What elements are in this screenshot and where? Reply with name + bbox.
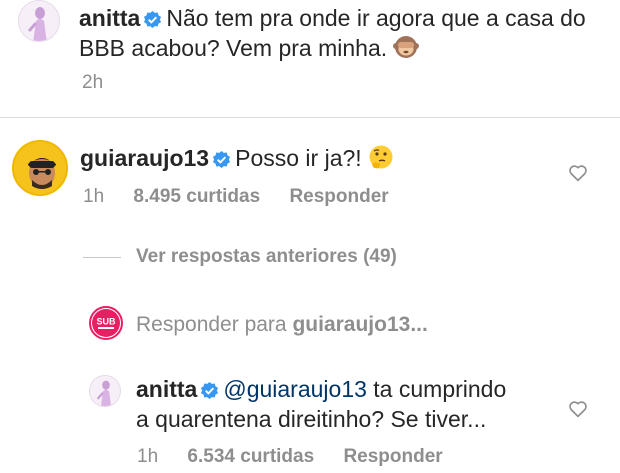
comment-time: 1h: [83, 186, 105, 207]
comment-body: guiaraujo13 Posso ir ja?!: [80, 143, 520, 177]
anitta-avatar[interactable]: [18, 0, 60, 42]
comment-body: anitta Não tem pra onde ir agora que a ca…: [79, 3, 609, 67]
comment-meta: 2h: [82, 72, 127, 94]
username[interactable]: anitta: [136, 376, 197, 402]
comment-time: 1h: [137, 446, 159, 467]
reply-button[interactable]: Responder: [289, 186, 388, 207]
thinking-face-icon: [368, 144, 394, 177]
like-heart-icon[interactable]: [568, 164, 588, 187]
verified-badge-icon: [201, 381, 219, 400]
reply-input[interactable]: Responder para guiaraujo13...: [136, 313, 428, 337]
view-previous-replies-link[interactable]: Ver respostas anteriores (49): [136, 246, 397, 268]
like-heart-icon[interactable]: [568, 400, 588, 423]
sub-avatar-text: SUB: [96, 317, 116, 327]
see-no-evil-monkey-icon: [393, 34, 420, 67]
comment-body: anitta @guiaraujo13 ta cumprindo a quaren…: [136, 374, 556, 434]
likes-count[interactable]: 6.534 curtidas: [187, 446, 314, 467]
likes-count[interactable]: 8.495 curtidas: [133, 186, 260, 207]
username[interactable]: guiaraujo13: [80, 145, 209, 171]
guiaraujo13-avatar[interactable]: [12, 140, 68, 196]
comment-text-line1: ta cumprindo: [373, 376, 507, 402]
replies-line: [83, 257, 121, 258]
anitta-avatar[interactable]: [89, 375, 121, 407]
sub-avatar: SUB: [89, 306, 123, 340]
mention-link[interactable]: @guiaraujo13: [223, 376, 367, 402]
comment-meta: 1h 6.534 curtidas Responder: [137, 446, 467, 468]
comment-time: 2h: [82, 72, 104, 93]
username[interactable]: anitta: [79, 5, 140, 31]
comment-text-line2: a quarentena direitinho? Se tiver...: [136, 406, 487, 432]
verified-badge-icon: [213, 150, 231, 169]
reply-button[interactable]: Responder: [343, 446, 442, 467]
comment-text: Posso ir ja?!: [235, 145, 362, 171]
reply-target: guiaraujo13...: [292, 313, 428, 336]
verified-badge-icon: [144, 10, 162, 29]
reply-prefix: Responder para: [136, 313, 287, 336]
comment-meta: 1h 8.495 curtidas Responder: [83, 186, 413, 208]
section-divider: [0, 117, 620, 118]
